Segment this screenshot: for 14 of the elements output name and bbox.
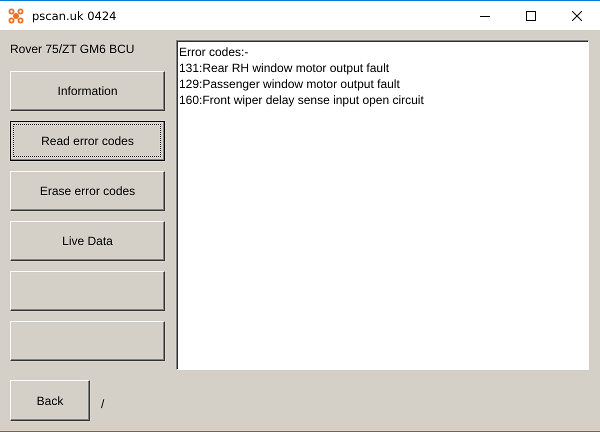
menu-button[interactable]: Erase error codes: [10, 171, 165, 211]
output-text-area[interactable]: Error codes:- 131:Rear RH window motor output fault 129:Passenger window motor output fault 160:Front wiper delay sense input open circuit: [176, 40, 589, 370]
menu-button[interactable]: [10, 321, 165, 361]
app-logo-icon: [8, 8, 24, 24]
back-button[interactable]: Back: [10, 380, 90, 421]
window-title: pscan.uk 0424: [32, 8, 116, 22]
menu-button[interactable]: Information: [10, 71, 165, 111]
menu-button[interactable]: [10, 271, 165, 311]
menu-button[interactable]: Live Data: [10, 221, 165, 261]
status-text: /: [101, 396, 104, 410]
menu-button[interactable]: Read error codes: [10, 121, 165, 161]
maximize-icon: [526, 10, 536, 20]
close-icon: [572, 10, 582, 20]
module-label: Rover 75/ZT GM6 BCU: [10, 41, 136, 58]
